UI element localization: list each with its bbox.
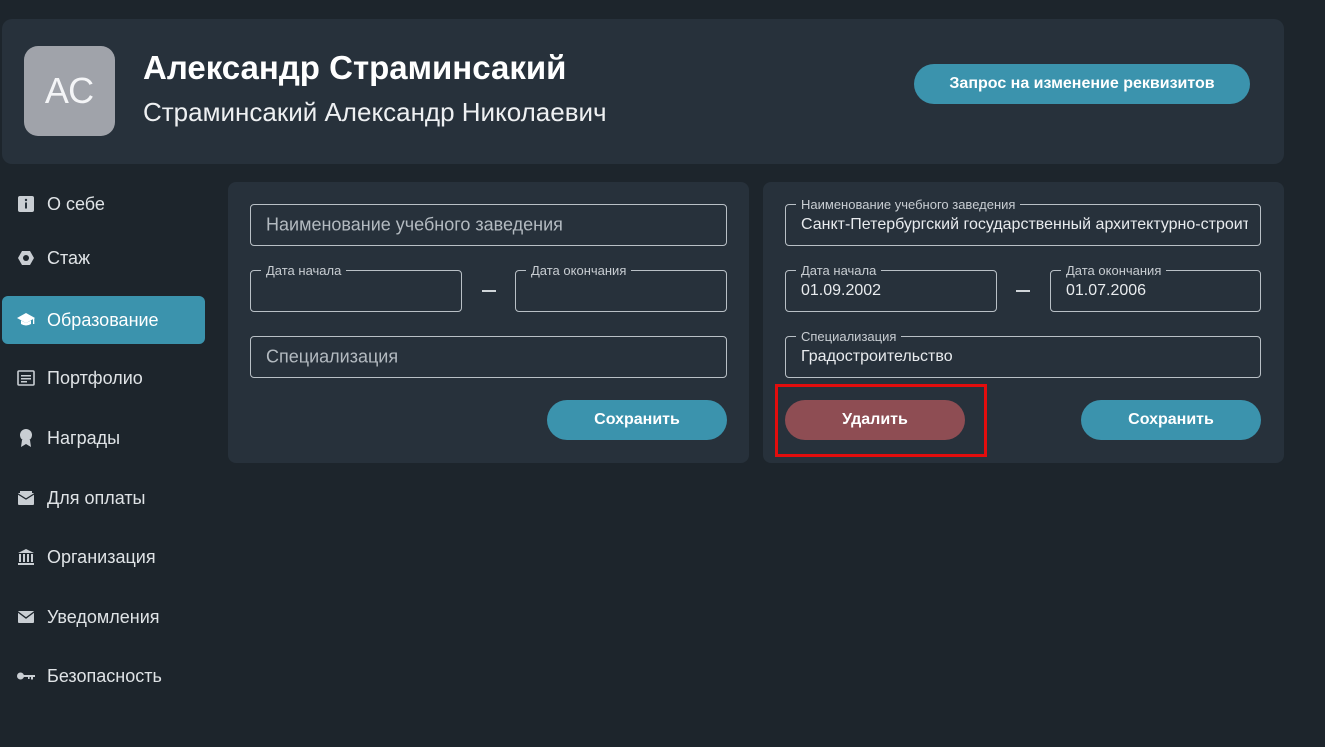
- graduation-cap-icon: [16, 310, 36, 330]
- sidebar-item-notifications[interactable]: Уведомления: [2, 593, 205, 641]
- sidebar-item-label: Организация: [47, 546, 156, 567]
- sidebar-item-label: О себе: [47, 193, 105, 214]
- key-icon: [16, 666, 36, 686]
- sidebar-item-label: Образование: [47, 309, 159, 330]
- specialization-input[interactable]: Специализация: [250, 336, 727, 378]
- institution-field[interactable]: Наименование учебного заведения Санкт-Пе…: [785, 197, 1261, 246]
- sidebar-item-organization[interactable]: Организация: [2, 533, 205, 581]
- sidebar-item-label: Для оплаты: [47, 487, 146, 508]
- sidebar-item-label: Награды: [47, 427, 121, 448]
- specialization-field[interactable]: Специализация Градостроительство: [785, 329, 1261, 378]
- date-range-dash: [1016, 290, 1030, 292]
- sidebar-item-label: Стаж: [47, 247, 91, 268]
- sidebar-item-portfolio[interactable]: Портфолио: [2, 354, 205, 402]
- end-date-input[interactable]: Дата окончания: [515, 263, 727, 312]
- institution-input[interactable]: Наименование учебного заведения: [250, 204, 727, 246]
- info-icon: [16, 194, 36, 214]
- end-date-field[interactable]: Дата окончания 01.07.2006: [1050, 263, 1261, 312]
- delete-button[interactable]: Удалить: [785, 400, 965, 440]
- start-date-input[interactable]: Дата начала: [250, 263, 462, 312]
- profile-display-name: Александр Страминсакий: [143, 49, 567, 86]
- hexagon-icon: [16, 248, 36, 268]
- sidebar-item-label: Уведомления: [47, 606, 160, 627]
- profile-full-name: Страминсакий Александр Николаевич: [143, 97, 607, 127]
- start-date-field[interactable]: Дата начала 01.09.2002: [785, 263, 997, 312]
- sidebar-item-education[interactable]: Образование: [2, 296, 205, 344]
- bank-icon: [16, 547, 36, 567]
- date-range-dash: [482, 290, 496, 292]
- profile-header: АС Александр Страминсакий Страминсакий А…: [2, 19, 1284, 164]
- document-list-icon: [16, 368, 36, 388]
- save-button[interactable]: Сохранить: [547, 400, 727, 440]
- sidebar-item-security[interactable]: Безопасность: [2, 652, 205, 700]
- wallet-icon: [16, 488, 36, 508]
- award-icon: [16, 428, 36, 448]
- sidebar-item-awards[interactable]: Награды: [2, 414, 205, 462]
- request-details-change-button[interactable]: Запрос на изменение реквизитов: [914, 64, 1250, 104]
- sidebar-item-about[interactable]: О себе: [2, 180, 205, 228]
- save-button[interactable]: Сохранить: [1081, 400, 1261, 440]
- avatar: АС: [24, 46, 115, 136]
- sidebar-item-payment[interactable]: Для оплаты: [2, 474, 205, 522]
- sidebar-item-experience[interactable]: Стаж: [2, 234, 205, 282]
- sidebar-item-label: Портфолио: [47, 367, 143, 388]
- envelope-icon: [16, 607, 36, 627]
- sidebar-item-label: Безопасность: [47, 665, 162, 686]
